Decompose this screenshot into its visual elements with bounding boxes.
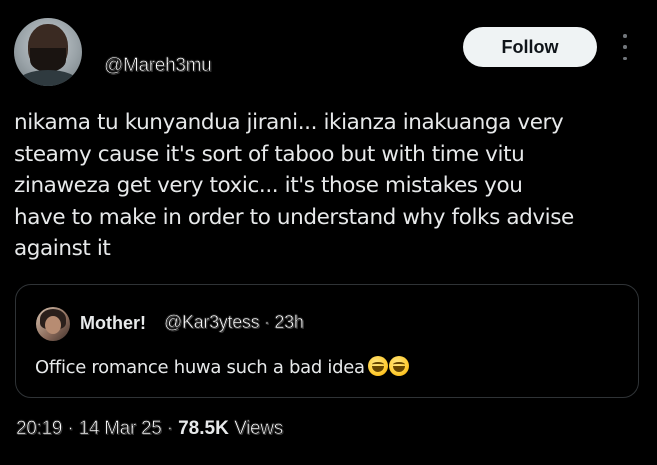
views-count[interactable]: 78.5K xyxy=(178,418,229,439)
more-dot xyxy=(623,45,627,49)
quote-text-body: Office romance huwa such a bad idea xyxy=(35,357,365,378)
follow-button[interactable]: Follow xyxy=(463,27,597,67)
tweet-time[interactable]: 20:19 xyxy=(16,418,63,440)
meta-separator: · xyxy=(67,418,74,440)
tweet-text: nikama tu kunyandua jirani... ikianza in… xyxy=(14,110,574,261)
quote-handle: @Kar3ytess xyxy=(164,312,260,333)
author-avatar[interactable] xyxy=(14,18,82,86)
quote-author-handle-time[interactable]: @Kar3ytess · 23h xyxy=(164,312,304,333)
quote-separator: · xyxy=(264,312,270,333)
tweet-meta: 20:19 · 14 Mar 25 · 78.5K Views xyxy=(16,418,284,440)
meta-separator: · xyxy=(166,418,173,440)
grinning-squinting-face-icon xyxy=(388,356,409,376)
quoted-tweet[interactable]: Mother! @Kar3ytess · 23h Office romance … xyxy=(15,284,639,398)
author-handle[interactable]: @Mareh3mu xyxy=(104,55,212,77)
avatar-beard xyxy=(30,48,66,72)
tweet-date[interactable]: 14 Mar 25 xyxy=(78,418,162,440)
more-dot xyxy=(623,34,627,38)
more-vertical-icon[interactable] xyxy=(618,34,632,60)
emoji-group xyxy=(367,356,410,381)
grinning-squinting-face-icon xyxy=(367,356,388,376)
views-label: Views xyxy=(234,418,284,440)
more-dot xyxy=(623,56,627,60)
quote-avatar-face xyxy=(45,316,61,334)
quote-author-name[interactable]: Mother! xyxy=(80,313,146,334)
quote-text: Office romance huwa such a bad idea xyxy=(35,356,410,381)
avatar-shirt xyxy=(18,70,78,86)
quote-author-avatar[interactable] xyxy=(36,307,70,341)
quote-time: 23h xyxy=(274,312,304,333)
